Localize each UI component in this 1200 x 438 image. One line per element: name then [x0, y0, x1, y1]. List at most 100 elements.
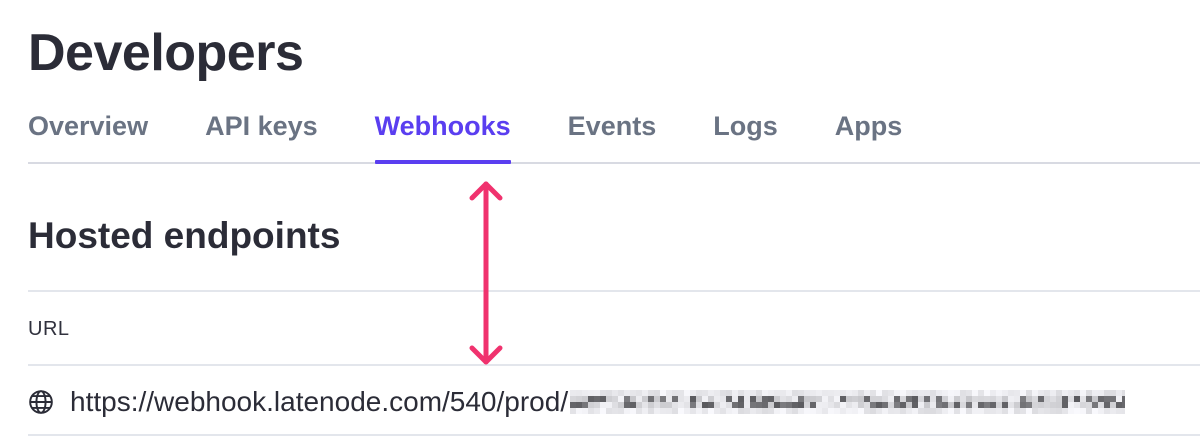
redaction-pixel: [876, 408, 883, 414]
redaction-pixel: [1026, 396, 1033, 402]
redaction-pixel: [588, 390, 595, 396]
redaction-pixel: [576, 390, 583, 396]
redaction-pixel: [1056, 408, 1063, 414]
redaction-pixel: [1044, 396, 1051, 402]
redaction-pixel: [744, 390, 751, 396]
redaction-pixel: [684, 396, 691, 402]
redaction-pixel: [936, 396, 943, 402]
redaction-pixel: [1026, 402, 1033, 408]
redaction-pixel: [762, 408, 769, 414]
redaction-pixel: [786, 408, 793, 414]
redaction-pixel: [768, 408, 775, 414]
redaction-pixel: [960, 396, 967, 402]
redaction-pixel: [1056, 390, 1063, 396]
redaction-pixel: [618, 396, 625, 402]
redaction-pixel: [672, 402, 679, 408]
redaction-pixel: [684, 402, 691, 408]
redaction-pixel: [900, 396, 907, 402]
tab-events[interactable]: Events: [568, 100, 657, 162]
tab-overview[interactable]: Overview: [28, 100, 148, 162]
redaction-pixel: [720, 396, 727, 402]
redaction-pixel: [750, 396, 757, 402]
tab-webhooks[interactable]: Webhooks: [374, 100, 511, 164]
redaction-pixel: [786, 402, 793, 408]
redaction-pixel: [738, 402, 745, 408]
redaction-pixel: [630, 408, 637, 414]
column-header-url[interactable]: URL: [28, 315, 70, 343]
redaction-pixel: [888, 396, 895, 402]
redaction-pixel: [678, 390, 685, 396]
redaction-pixel: [594, 402, 601, 408]
redaction-pixel: [696, 396, 703, 402]
redaction-pixel: [804, 408, 811, 414]
redaction-pixel: [960, 402, 967, 408]
redaction-pixel: [780, 402, 787, 408]
redaction-pixel: [1014, 402, 1021, 408]
redaction-pixel: [1008, 402, 1015, 408]
redaction-pixel: [606, 390, 613, 396]
redaction-pixel: [708, 408, 715, 414]
redaction-pixel: [630, 402, 637, 408]
redaction-pixel: [756, 396, 763, 402]
redaction-pixel: [1110, 408, 1117, 414]
redaction-pixel: [1050, 396, 1057, 402]
redaction-pixel: [882, 396, 889, 402]
redaction-pixel: [1068, 396, 1075, 402]
redaction-pixel: [654, 402, 661, 408]
redaction-pixel: [624, 390, 631, 396]
redaction-pixel: [1014, 408, 1021, 414]
redaction-pixel: [828, 396, 835, 402]
redaction-pixel: [828, 408, 835, 414]
tab-logs[interactable]: Logs: [713, 100, 778, 162]
redaction-pixel: [732, 402, 739, 408]
redaction-pixel: [1002, 408, 1009, 414]
redaction-pixel: [864, 390, 871, 396]
redaction-pixel: [876, 396, 883, 402]
redaction-pixel: [816, 390, 823, 396]
redaction-pixel: [798, 390, 805, 396]
redaction-pixel: [720, 390, 727, 396]
redaction-pixel: [1104, 396, 1111, 402]
redaction-pixel: [930, 390, 937, 396]
redaction-pixel: [1080, 390, 1087, 396]
redaction-pixel: [648, 408, 655, 414]
redaction-pixel: [840, 408, 847, 414]
redaction-pixel: [840, 402, 847, 408]
redaction-pixel: [708, 390, 715, 396]
redaction-pixel: [678, 408, 685, 414]
redaction-pixel: [666, 402, 673, 408]
endpoint-url[interactable]: https://webhook.latenode.com/540/prod/: [70, 386, 568, 418]
redaction-pixel: [852, 408, 859, 414]
redaction-pixel: [828, 390, 835, 396]
page-title: Developers: [28, 24, 304, 82]
redaction-pixel: [678, 402, 685, 408]
redaction-pixel: [822, 396, 829, 402]
redaction-pixel: [870, 396, 877, 402]
redaction-pixel: [714, 402, 721, 408]
redaction-pixel: [1104, 390, 1111, 396]
redaction-pixel: [1122, 402, 1126, 408]
redaction-pixel: [954, 408, 961, 414]
redaction-pixel: [600, 402, 607, 408]
redaction-pixel: [618, 390, 625, 396]
redaction-pixel: [996, 390, 1003, 396]
table-row[interactable]: https://webhook.latenode.com/540/prod/: [28, 378, 1200, 426]
redaction-pixel: [594, 408, 601, 414]
redaction-pixel: [1080, 396, 1087, 402]
redaction-pixel: [810, 408, 817, 414]
redaction-pixel: [918, 390, 925, 396]
redaction-pixel: [930, 396, 937, 402]
redaction-pixel: [996, 396, 1003, 402]
redaction-pixel: [600, 408, 607, 414]
redaction-pixel: [846, 390, 853, 396]
tab-api-keys[interactable]: API keys: [205, 100, 318, 162]
redaction-pixel: [948, 396, 955, 402]
redaction-pixel: [1044, 408, 1051, 414]
redaction-pixel: [696, 402, 703, 408]
tab-apps[interactable]: Apps: [835, 100, 903, 162]
redaction-pixel: [660, 408, 667, 414]
redaction-pixel: [870, 390, 877, 396]
redaction-pixel: [996, 408, 1003, 414]
redaction-pixel: [846, 396, 853, 402]
redaction-pixel: [870, 402, 877, 408]
